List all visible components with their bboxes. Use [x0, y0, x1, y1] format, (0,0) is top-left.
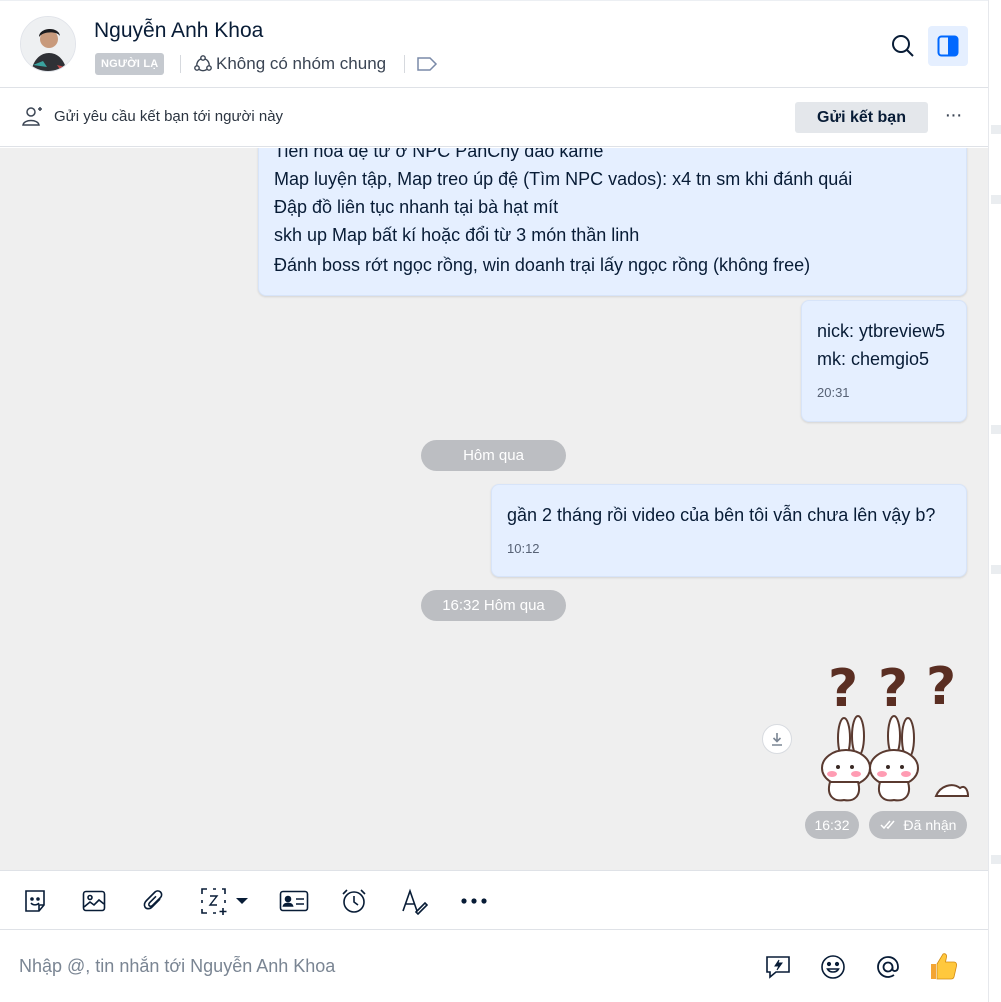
- sticker-image[interactable]: ???: [810, 656, 970, 806]
- emoji-icon[interactable]: [818, 952, 848, 982]
- message-line: mk: chemgio5: [817, 349, 930, 369]
- message-line: Map luyện tập, Map treo úp đệ (Tìm NPC v…: [274, 169, 853, 189]
- message-bubble[interactable]: Tiến hóa đệ tử ở NPC PanChy đảo kame Map…: [258, 148, 967, 296]
- attachment-icon[interactable]: [139, 886, 169, 916]
- download-icon: [772, 733, 782, 746]
- message-line: Đánh boss rớt ngọc rồng, win doanh trại …: [274, 255, 811, 275]
- chat-window: Nguyễn Anh Khoa NGƯỜI LẠ Không có nhóm c…: [0, 0, 1001, 1002]
- delivery-status: Đã nhận: [869, 811, 967, 839]
- avatar[interactable]: [20, 16, 76, 72]
- svg-text:?: ?: [926, 657, 956, 717]
- chevron-down-icon: [236, 898, 248, 904]
- conversation-header: Nguyễn Anh Khoa NGƯỜI LẠ Không có nhóm c…: [0, 0, 988, 88]
- download-button[interactable]: [762, 724, 792, 754]
- double-check-icon: [880, 820, 895, 830]
- reminder-clock-icon[interactable]: [339, 886, 369, 916]
- contact-name[interactable]: Nguyễn Anh Khoa: [94, 19, 263, 43]
- group-icon: [194, 55, 212, 72]
- message-bubble[interactable]: nick: ytbreview5 mk: chemgio5 20:31: [801, 300, 967, 422]
- quick-message-icon[interactable]: [763, 952, 793, 982]
- message-time: 10:12: [507, 541, 540, 556]
- sticker-icon[interactable]: [20, 886, 50, 916]
- date-divider: Hôm qua: [421, 440, 566, 471]
- message-line: nick: ytbreview5: [817, 321, 946, 341]
- friend-request-text: Gửi yêu cầu kết bạn tới người này: [54, 108, 284, 125]
- divider: [180, 55, 181, 73]
- search-icon[interactable]: [890, 33, 916, 59]
- composer-toolbar: [0, 870, 988, 930]
- right-scroll-strip: [988, 0, 1001, 1002]
- message-bubble[interactable]: gần 2 tháng rồi video của bên tôi vẫn ch…: [491, 484, 967, 577]
- send-friend-request-button[interactable]: Gửi kết bạn: [795, 102, 928, 133]
- message-composer: [0, 931, 988, 1002]
- image-icon[interactable]: [79, 886, 109, 916]
- message-line: skh up Map bất kí hoặc đổi từ 3 món thần…: [274, 225, 640, 245]
- message-input[interactable]: [19, 951, 739, 981]
- message-line: Tiến hóa đệ tử ở NPC PanChy đảo kame: [274, 148, 604, 161]
- stranger-badge: NGƯỜI LẠ: [95, 53, 165, 75]
- add-friend-icon: [21, 104, 45, 133]
- common-group-info[interactable]: Không có nhóm chung: [193, 52, 386, 76]
- tag-icon[interactable]: [416, 56, 438, 77]
- more-options-button[interactable]: ···: [940, 100, 966, 130]
- text-format-icon[interactable]: [399, 886, 429, 916]
- message-line: Đập đồ liên tục nhanh tại bà hạt mít: [274, 197, 559, 217]
- toggle-info-panel-button[interactable]: [928, 26, 968, 66]
- friend-request-bar: Gửi yêu cầu kết bạn tới người này Gửi kế…: [0, 88, 988, 147]
- svg-text:?: ?: [878, 659, 908, 719]
- message-list[interactable]: Tiến hóa đệ tử ở NPC PanChy đảo kame Map…: [0, 148, 988, 870]
- delivery-status-label: Đã nhận: [903, 817, 957, 833]
- contact-card-icon[interactable]: [279, 886, 309, 916]
- more-actions-icon[interactable]: [459, 886, 489, 916]
- message-time: 20:31: [817, 385, 850, 400]
- message-line: gần 2 tháng rồi video của bên tôi vẫn ch…: [507, 505, 936, 525]
- divider: [404, 55, 405, 73]
- mention-icon[interactable]: [873, 952, 903, 982]
- like-thumbs-up-icon[interactable]: [926, 949, 960, 983]
- screenshot-capture-button[interactable]: [199, 886, 255, 916]
- message-time: 16:32: [805, 811, 859, 839]
- date-divider: 16:32 Hôm qua: [421, 590, 566, 621]
- sidebar-panel-icon: [937, 35, 959, 57]
- capture-icon: [201, 888, 227, 915]
- svg-text:?: ?: [828, 659, 858, 719]
- common-group-label: Không có nhóm chung: [216, 54, 387, 73]
